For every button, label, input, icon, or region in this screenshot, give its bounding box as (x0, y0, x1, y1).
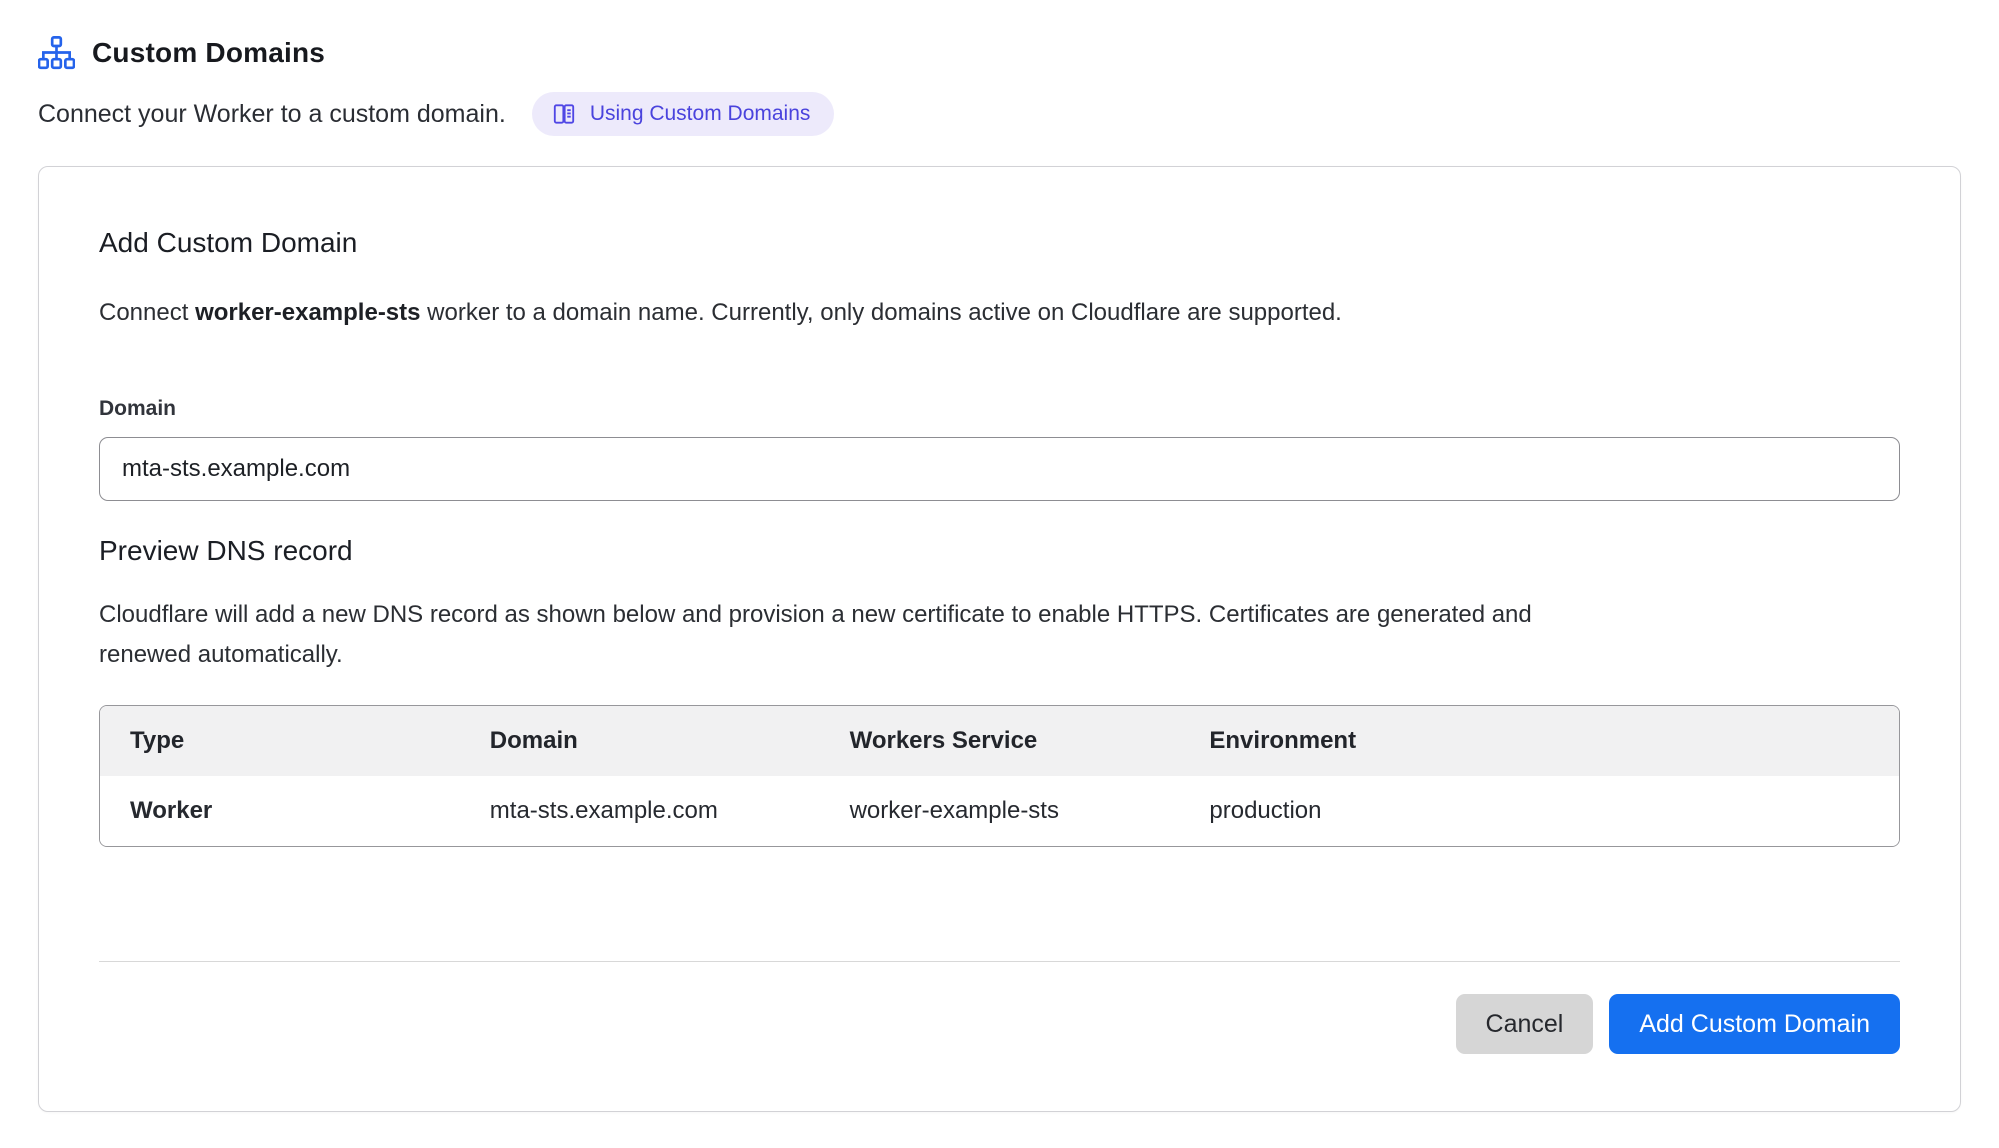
column-header-type: Type (100, 706, 460, 776)
add-custom-domain-card: Add Custom Domain Connect worker-example… (38, 166, 1961, 1112)
column-header-workers-service: Workers Service (820, 706, 1180, 776)
intro-prefix: Connect (99, 299, 195, 326)
page-title: Custom Domains (92, 37, 325, 69)
page-header: Custom Domains (0, 0, 1999, 70)
open-book-icon (551, 101, 577, 127)
preview-dns-heading: Preview DNS record (99, 535, 1900, 567)
worker-name: worker-example-sts (195, 299, 420, 326)
table-row: Worker mta-sts.example.com worker-exampl… (100, 776, 1899, 846)
column-header-environment: Environment (1179, 706, 1899, 776)
page-subtitle-row: Connect your Worker to a custom domain. … (0, 70, 1999, 136)
table-header-row: Type Domain Workers Service Environment (100, 706, 1899, 776)
domain-input[interactable] (99, 437, 1900, 501)
footer-divider (99, 961, 1900, 962)
cell-domain: mta-sts.example.com (460, 776, 820, 846)
add-custom-domain-button[interactable]: Add Custom Domain (1609, 994, 1900, 1054)
docs-link-badge[interactable]: Using Custom Domains (532, 92, 835, 136)
add-domain-heading: Add Custom Domain (99, 227, 1900, 259)
cell-workers-service: worker-example-sts (820, 776, 1180, 846)
page-subtitle: Connect your Worker to a custom domain. (38, 100, 506, 129)
cell-type: Worker (100, 776, 460, 846)
footer-actions: Cancel Add Custom Domain (99, 994, 1900, 1054)
intro-suffix: worker to a domain name. Currently, only… (421, 299, 1342, 326)
cancel-button[interactable]: Cancel (1456, 994, 1594, 1054)
intro-text: Connect worker-example-sts worker to a d… (99, 299, 1900, 327)
sitemap-icon (38, 36, 75, 70)
docs-link-label: Using Custom Domains (590, 102, 811, 126)
dns-preview-table: Type Domain Workers Service Environment … (99, 705, 1900, 847)
cell-environment: production (1179, 776, 1899, 846)
preview-dns-description: Cloudflare will add a new DNS record as … (99, 595, 1579, 675)
column-header-domain: Domain (460, 706, 820, 776)
domain-field-label: Domain (99, 397, 1900, 421)
